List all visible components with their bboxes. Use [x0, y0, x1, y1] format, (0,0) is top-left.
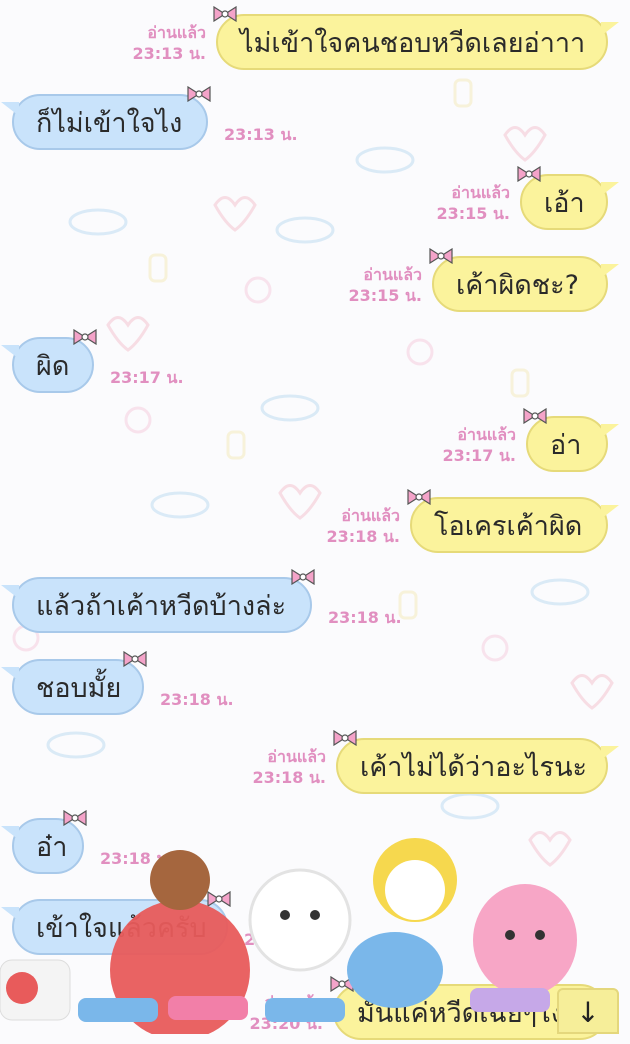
- bow-icon: [73, 329, 97, 345]
- message-meta: 23:18 น.: [328, 607, 428, 628]
- message-text: เค้าไม่ได้ว่าอะไรนะ: [360, 752, 588, 783]
- bow-icon: [213, 6, 237, 22]
- message-meta: อ่านแล้ว 23:13 น.: [106, 22, 206, 64]
- message-timestamp: 23:18 น.: [252, 768, 326, 787]
- bow-icon: [523, 408, 547, 424]
- bow-icon: [187, 86, 211, 102]
- message-text: เค้าผิดชะ?: [456, 270, 579, 301]
- outgoing-message-bubble[interactable]: ไม่เข้าใจคนชอบหวีดเลยอ่าาา: [213, 6, 619, 70]
- message-text: โอเครเค้าผิด: [434, 511, 583, 542]
- message-row: อ่านแล้ว 23:15 น. เอ้า: [0, 166, 630, 234]
- bow-icon: [407, 489, 431, 505]
- message-row: อ่านแล้ว 23:18 น. เค้าไม่ได้ว่าอะไรนะ: [0, 730, 630, 798]
- message-text: ชอบมั้ย: [36, 673, 122, 704]
- outgoing-message-bubble[interactable]: อ่า: [523, 408, 619, 472]
- message-meta: 23:13 น.: [224, 124, 324, 145]
- incoming-message-bubble[interactable]: ชอบมั้ย: [1, 651, 147, 715]
- read-receipt: อ่านแล้ว: [363, 265, 422, 284]
- message-row: อ่านแล้ว 23:18 น. โอเครเค้าผิด: [0, 489, 630, 557]
- message-timestamp: 23:17 น.: [442, 446, 516, 465]
- read-receipt: อ่านแล้ว: [147, 23, 206, 42]
- message-text: แล้วถ้าเค้าหวีดบ้างล่ะ: [36, 591, 287, 622]
- arrow-down-icon: ↓: [576, 996, 600, 1029]
- message-meta: 23:17 น.: [110, 367, 210, 388]
- message-timestamp: 23:18 น.: [328, 608, 402, 627]
- message-timestamp: 23:18 น.: [326, 527, 400, 546]
- message-row: 23:13 น. ก็ไม่เข้าใจไง: [0, 86, 630, 154]
- bow-icon: [429, 248, 453, 264]
- message-timestamp: 23:15 น.: [348, 286, 422, 305]
- message-timestamp: 23:17 น.: [110, 368, 184, 387]
- bow-icon: [291, 569, 315, 585]
- bow-icon: [517, 166, 541, 182]
- message-timestamp: 23:15 น.: [436, 204, 510, 223]
- incoming-message-bubble[interactable]: ก็ไม่เข้าใจไง: [1, 86, 211, 150]
- read-receipt: อ่านแล้ว: [457, 425, 516, 444]
- read-receipt: อ่านแล้ว: [267, 747, 326, 766]
- bow-icon: [123, 651, 147, 667]
- message-row: 23:18 น. แล้วถ้าเค้าหวีดบ้างล่ะ: [0, 569, 630, 637]
- message-timestamp: 23:13 น.: [224, 125, 298, 144]
- read-receipt: อ่านแล้ว: [341, 506, 400, 525]
- message-row: 23:18 น. ชอบมั้ย: [0, 651, 630, 719]
- message-meta: อ่านแล้ว 23:18 น.: [226, 746, 326, 788]
- message-timestamp: 23:18 น.: [160, 690, 234, 709]
- outgoing-message-bubble[interactable]: โอเครเค้าผิด: [407, 489, 619, 553]
- message-timestamp: 23:13 น.: [132, 44, 206, 63]
- message-meta: 23:18 น.: [160, 689, 260, 710]
- message-row: อ่านแล้ว 23:17 น. อ่า: [0, 408, 630, 476]
- scroll-to-bottom-button[interactable]: ↓: [557, 988, 619, 1034]
- message-meta: อ่านแล้ว 23:18 น.: [300, 505, 400, 547]
- message-text: ก็ไม่เข้าใจไง: [36, 108, 183, 139]
- incoming-message-bubble[interactable]: ผิด: [1, 329, 97, 393]
- outgoing-message-bubble[interactable]: เค้าผิดชะ?: [429, 248, 619, 312]
- bow-icon: [333, 730, 357, 746]
- outgoing-message-bubble[interactable]: เค้าไม่ได้ว่าอะไรนะ: [333, 730, 619, 794]
- message-meta: อ่านแล้ว 23:17 น.: [416, 424, 516, 466]
- incoming-message-bubble[interactable]: แล้วถ้าเค้าหวีดบ้างล่ะ: [1, 569, 315, 633]
- message-text: ผิด: [36, 351, 70, 382]
- message-row: 23:17 น. ผิด: [0, 329, 630, 397]
- message-text: อ่า: [550, 430, 582, 461]
- message-row: อ่านแล้ว 23:15 น. เค้าผิดชะ?: [0, 248, 630, 316]
- message-row: อ่านแล้ว 23:13 น. ไม่เข้าใจคนชอบหวีดเลยอ่า…: [0, 6, 630, 74]
- message-meta: อ่านแล้ว 23:15 น.: [322, 264, 422, 306]
- outgoing-message-bubble[interactable]: เอ้า: [517, 166, 619, 230]
- read-receipt: อ่านแล้ว: [451, 183, 510, 202]
- message-text: ไม่เข้าใจคนชอบหวีดเลยอ่าาา: [240, 28, 586, 59]
- character-illustration: [0, 838, 577, 1034]
- message-meta: อ่านแล้ว 23:15 น.: [410, 182, 510, 224]
- message-text: เอ้า: [544, 188, 585, 219]
